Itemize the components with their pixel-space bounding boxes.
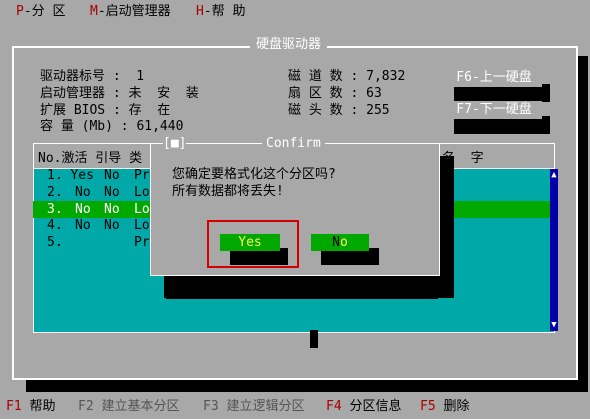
menu-boot-manager[interactable]: M-启动管理器 (90, 4, 171, 20)
dialog-message-2: 所有数据都将丢失! (172, 184, 284, 199)
info-cylinders: 磁 道 数 : 7,832 (288, 69, 406, 84)
prev-disk-button[interactable]: F6-上一硬盘 (446, 69, 542, 87)
status-help[interactable]: F1 帮助 (6, 399, 55, 415)
table-scrollbar[interactable] (550, 169, 558, 331)
table-row-selected[interactable]: 3. No No Lo (47, 202, 150, 218)
next-disk-button[interactable]: F7-下一硬盘 (446, 101, 542, 119)
info-extended-bios: 扩展 BIOS : 存 在 (40, 103, 171, 118)
menu-bar: P-分 区 M-启动管理器 H-帮 助 (0, 0, 590, 24)
info-sectors: 扇 区 数 : 63 (288, 86, 382, 101)
status-delete[interactable]: F5 删除 (420, 399, 469, 415)
focus-highlight (207, 220, 299, 268)
table-row[interactable]: 5. Pr (47, 235, 150, 251)
table-row[interactable]: 2. No No Lo (47, 185, 150, 201)
scroll-down-icon[interactable]: ▼ (550, 319, 558, 331)
status-partition-info[interactable]: F4 分区信息 (326, 399, 401, 415)
info-heads: 磁 头 数 : 255 (288, 103, 390, 118)
menu-help[interactable]: H-帮 助 (196, 4, 245, 20)
info-drive-number: 驱动器标号 : 1 (40, 69, 145, 84)
status-create-primary[interactable]: F2 建立基本分区 (78, 399, 179, 415)
close-icon[interactable]: [■] (163, 136, 187, 152)
menu-partition[interactable]: P-分 区 (16, 4, 65, 20)
dialog-title: Confirm (262, 136, 325, 152)
dialog-message-1: 您确定要格式化这个分区吗? (172, 167, 336, 182)
scroll-up-icon[interactable]: ▲ (550, 169, 558, 181)
status-bar: F1 帮助 F2 建立基本分区 F3 建立逻辑分区 F4 分区信息 F5 删除 (0, 396, 590, 419)
info-capacity: 容 量 (Mb) : 61,440 (40, 119, 184, 134)
panel-title: 硬盘驱动器 (250, 37, 328, 53)
table-row[interactable]: 4. No No Lo (47, 218, 150, 234)
table-header-left: No.激活 引导 类 (38, 151, 143, 166)
table-row[interactable]: 1. Yes No Pr (47, 168, 150, 184)
status-create-logical[interactable]: F3 建立逻辑分区 (203, 399, 304, 415)
info-boot-manager: 启动管理器 : 未 安 装 (40, 86, 199, 101)
no-button[interactable]: No (311, 234, 369, 251)
